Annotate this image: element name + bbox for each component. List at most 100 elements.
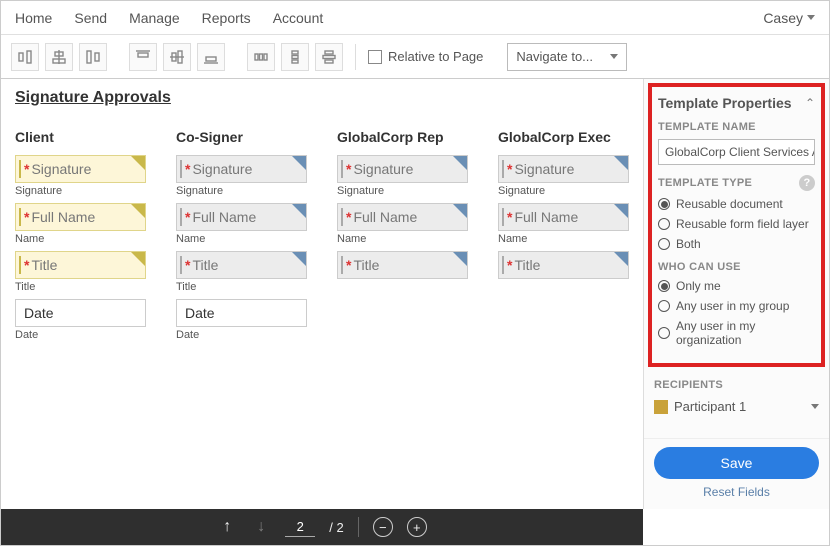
field-label: Signature bbox=[15, 185, 146, 197]
field-placeholder: Full Name bbox=[514, 209, 578, 225]
who-can-use-label: WHO CAN USE bbox=[658, 261, 815, 273]
field-placeholder: Title bbox=[353, 257, 379, 273]
field-label: Name bbox=[176, 233, 307, 245]
required-indicator: * bbox=[24, 161, 29, 177]
date-field[interactable]: Date bbox=[176, 299, 307, 327]
page-total: / 2 bbox=[329, 520, 343, 535]
required-indicator: * bbox=[185, 161, 190, 177]
radio-label: Any user in my organization bbox=[676, 319, 815, 347]
field-placeholder: Title bbox=[192, 257, 218, 273]
field-placeholder: Signature bbox=[514, 161, 574, 177]
title-field[interactable]: *Title bbox=[15, 251, 146, 279]
alignment-toolbar: Relative to Page Navigate to... bbox=[1, 35, 829, 79]
field-placeholder: Date bbox=[24, 305, 54, 321]
radio-icon bbox=[658, 238, 670, 250]
align-tool-6[interactable] bbox=[197, 43, 225, 71]
align-tool-2[interactable] bbox=[45, 43, 73, 71]
date-field[interactable]: Date bbox=[15, 299, 146, 327]
distribute-tool-1[interactable] bbox=[247, 43, 275, 71]
properties-panel: Template Properties ⌃ TEMPLATE NAME Glob… bbox=[643, 79, 829, 509]
chevron-down-icon bbox=[811, 404, 819, 409]
title-field[interactable]: *Title bbox=[498, 251, 629, 279]
template-type-option-2[interactable]: Both bbox=[658, 237, 815, 251]
checkbox-icon bbox=[368, 50, 382, 64]
field-label: Date bbox=[176, 329, 307, 341]
reset-fields-link[interactable]: Reset Fields bbox=[654, 485, 819, 499]
distribute-tool-3[interactable] bbox=[315, 43, 343, 71]
full-name-field[interactable]: *Full Name bbox=[498, 203, 629, 231]
relative-to-page-checkbox[interactable]: Relative to Page bbox=[368, 49, 483, 64]
signature-field[interactable]: *Signature bbox=[498, 155, 629, 183]
user-name: Casey bbox=[763, 10, 803, 26]
signature-field[interactable]: *Signature bbox=[176, 155, 307, 183]
collapse-button[interactable]: ⌃ bbox=[805, 96, 815, 110]
radio-label: Any user in my group bbox=[676, 299, 789, 313]
field-placeholder: Signature bbox=[31, 161, 91, 177]
title-field[interactable]: *Title bbox=[176, 251, 307, 279]
section-globalcorp-rep: GlobalCorp Rep*SignatureSignature*Full N… bbox=[337, 123, 468, 347]
document-title: Signature Approvals bbox=[15, 89, 629, 107]
radio-icon bbox=[658, 218, 670, 230]
field-label: Name bbox=[498, 233, 629, 245]
who-can-use-option-1[interactable]: Any user in my group bbox=[658, 299, 815, 313]
radio-label: Reusable document bbox=[676, 197, 783, 211]
distribute-tool-2[interactable] bbox=[281, 43, 309, 71]
field-corner-icon bbox=[453, 252, 467, 266]
align-tool-4[interactable] bbox=[129, 43, 157, 71]
navigate-to-select[interactable]: Navigate to... bbox=[507, 43, 627, 71]
nav-account[interactable]: Account bbox=[273, 10, 324, 26]
required-indicator: * bbox=[507, 257, 512, 273]
help-icon[interactable]: ? bbox=[799, 175, 815, 191]
nav-home[interactable]: Home bbox=[15, 10, 52, 26]
template-name-input[interactable]: GlobalCorp Client Services Agreement bbox=[658, 139, 815, 165]
who-can-use-option-0[interactable]: Only me bbox=[658, 279, 815, 293]
zoom-out-button[interactable]: − bbox=[373, 517, 393, 537]
field-placeholder: Title bbox=[31, 257, 57, 273]
align-tool-5[interactable] bbox=[163, 43, 191, 71]
chevron-down-icon bbox=[807, 15, 815, 20]
full-name-field[interactable]: *Full Name bbox=[15, 203, 146, 231]
who-can-use-option-2[interactable]: Any user in my organization bbox=[658, 319, 815, 347]
field-corner-icon bbox=[131, 156, 145, 170]
align-tool-3[interactable] bbox=[79, 43, 107, 71]
signature-field[interactable]: *Signature bbox=[337, 155, 468, 183]
required-indicator: * bbox=[24, 257, 29, 273]
nav-manage[interactable]: Manage bbox=[129, 10, 180, 26]
required-indicator: * bbox=[346, 161, 351, 177]
zoom-in-button[interactable]: + bbox=[407, 517, 427, 537]
field-corner-icon bbox=[292, 252, 306, 266]
page-number-input[interactable] bbox=[285, 517, 315, 537]
field-placeholder: Signature bbox=[353, 161, 413, 177]
field-corner-icon bbox=[131, 204, 145, 218]
nav-reports[interactable]: Reports bbox=[202, 10, 251, 26]
user-menu[interactable]: Casey bbox=[763, 10, 815, 26]
nav-send[interactable]: Send bbox=[74, 10, 107, 26]
template-type-option-1[interactable]: Reusable form field layer bbox=[658, 217, 815, 231]
template-type-option-0[interactable]: Reusable document bbox=[658, 197, 815, 211]
save-button[interactable]: Save bbox=[654, 447, 819, 479]
full-name-field[interactable]: *Full Name bbox=[176, 203, 307, 231]
panel-footer: Save Reset Fields bbox=[644, 438, 829, 509]
recipients-label: RECIPIENTS bbox=[644, 371, 829, 395]
align-tool-1[interactable] bbox=[11, 43, 39, 71]
field-corner-icon bbox=[453, 156, 467, 170]
field-corner-icon bbox=[292, 204, 306, 218]
full-name-field[interactable]: *Full Name bbox=[337, 203, 468, 231]
section-heading: Co-Signer bbox=[176, 129, 307, 145]
required-indicator: * bbox=[507, 161, 512, 177]
field-corner-icon bbox=[614, 156, 628, 170]
required-indicator: * bbox=[507, 209, 512, 225]
radio-label: Reusable form field layer bbox=[676, 217, 809, 231]
field-corner-icon bbox=[614, 204, 628, 218]
radio-icon bbox=[658, 327, 670, 339]
title-field[interactable]: *Title bbox=[337, 251, 468, 279]
signature-field[interactable]: *Signature bbox=[15, 155, 146, 183]
participant-row[interactable]: Participant 1 bbox=[644, 395, 829, 422]
field-label: Name bbox=[15, 233, 146, 245]
participant-name: Participant 1 bbox=[674, 399, 746, 414]
field-label: Signature bbox=[337, 185, 468, 197]
section-co-signer: Co-Signer *Signature Signature *Full Name Na… bbox=[176, 123, 307, 347]
navigate-to-value: Navigate to... bbox=[516, 49, 593, 64]
field-label: Signature bbox=[176, 185, 307, 197]
page-up-button[interactable]: ↑ bbox=[217, 517, 237, 537]
